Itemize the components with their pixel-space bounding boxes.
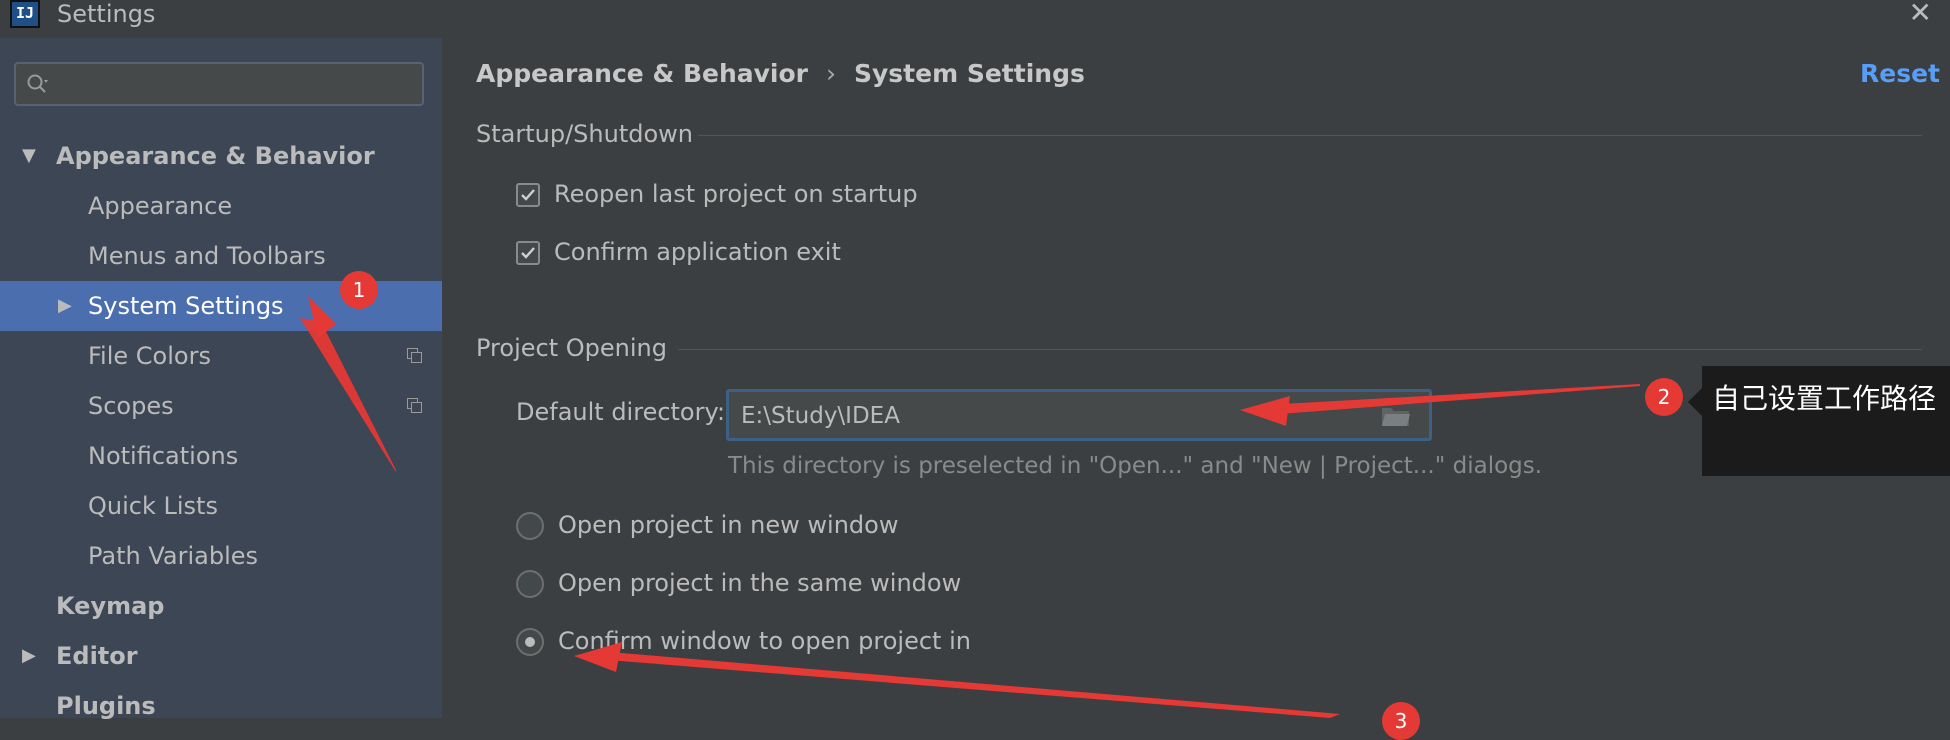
sidebar-item-file-colors[interactable]: File Colors — [0, 331, 442, 381]
search-box[interactable] — [14, 62, 424, 106]
breadcrumb-parent[interactable]: Appearance & Behavior — [476, 59, 808, 88]
breadcrumb-separator: › — [826, 59, 836, 88]
close-button[interactable]: ✕ — [1909, 0, 1932, 27]
sidebar-item-label: Keymap — [56, 592, 165, 620]
section-divider — [678, 349, 1922, 350]
search-icon — [27, 74, 48, 93]
annotation-badge-1: 1 — [340, 271, 378, 309]
settings-sidebar: ▼ Appearance & Behavior Appearance Menus… — [0, 38, 442, 720]
default-directory-field[interactable] — [726, 389, 1432, 441]
sidebar-item-label: Scopes — [88, 392, 174, 420]
sidebar-item-label: Appearance & Behavior — [56, 142, 375, 170]
copy-icon — [407, 398, 422, 413]
sidebar-item-appearance[interactable]: Appearance — [0, 181, 442, 231]
sidebar-item-editor[interactable]: ▶ Editor — [0, 631, 442, 681]
radio-dot — [525, 637, 535, 647]
sidebar-item-label: Appearance — [88, 192, 233, 220]
breadcrumb-current: System Settings — [854, 59, 1085, 88]
annotation-badge-3: 3 — [1382, 702, 1420, 740]
sidebar-item-label: Path Variables — [88, 542, 259, 570]
checkbox-checked[interactable] — [516, 183, 540, 207]
sidebar-item-label: Quick Lists — [88, 492, 218, 520]
radio-label: Open project in the same window — [558, 569, 962, 597]
sidebar-item-label: System Settings — [88, 292, 284, 320]
expanded-arrow-icon[interactable]: ▼ — [22, 131, 36, 181]
callout-pointer — [1688, 388, 1702, 416]
radio-label: Confirm window to open project in — [558, 627, 971, 655]
sidebar-item-path-variables[interactable]: Path Variables — [0, 531, 442, 581]
radio-checked[interactable] — [516, 628, 544, 656]
default-directory-label: Default directory: — [516, 398, 726, 426]
sidebar-item-label: Menus and Toolbars — [88, 242, 326, 270]
section-divider — [698, 135, 1922, 136]
collapsed-arrow-icon[interactable]: ▶ — [58, 281, 72, 331]
sidebar-item-label: File Colors — [88, 342, 211, 370]
radio-unchecked[interactable] — [516, 512, 544, 540]
sidebar-item-plugins[interactable]: Plugins — [0, 681, 442, 731]
sidebar-item-keymap[interactable]: Keymap — [0, 581, 442, 631]
sidebar-item-menus-toolbars[interactable]: Menus and Toolbars — [0, 231, 442, 281]
sidebar-item-appearance-behavior[interactable]: ▼ Appearance & Behavior — [0, 131, 442, 181]
sidebar-item-scopes[interactable]: Scopes — [0, 381, 442, 431]
checkbox-label: Reopen last project on startup — [554, 180, 918, 208]
sidebar-item-quick-lists[interactable]: Quick Lists — [0, 481, 442, 531]
title-bar: IJ Settings ✕ — [0, 0, 1950, 30]
search-input[interactable] — [62, 70, 416, 100]
sidebar-item-label: Plugins — [56, 692, 156, 720]
default-directory-hint: This directory is preselected in "Open..… — [728, 453, 1543, 479]
intellij-app-icon: IJ — [10, 0, 40, 28]
radio-unchecked[interactable] — [516, 570, 544, 598]
section-title-startup: Startup/Shutdown — [476, 120, 693, 148]
sidebar-item-label: Notifications — [88, 442, 239, 470]
default-directory-input[interactable] — [739, 399, 1343, 433]
radio-label: Open project in new window — [558, 511, 899, 539]
breadcrumb: Appearance & Behavior › System Settings — [476, 54, 1085, 94]
annotation-callout: 自己设置工作路径 — [1702, 366, 1950, 476]
section-title-project-opening: Project Opening — [476, 334, 667, 362]
checkbox-checked[interactable] — [516, 241, 540, 265]
reset-link[interactable]: Reset — [1860, 54, 1940, 94]
annotation-badge-2: 2 — [1645, 378, 1683, 416]
copy-icon — [407, 348, 422, 363]
window-title: Settings — [57, 0, 156, 28]
checkbox-label: Confirm application exit — [554, 238, 841, 266]
folder-browse-icon[interactable] — [1381, 405, 1411, 427]
collapsed-arrow-icon[interactable]: ▶ — [22, 631, 36, 681]
sidebar-item-label: Editor — [56, 642, 138, 670]
sidebar-item-notifications[interactable]: Notifications — [0, 431, 442, 481]
